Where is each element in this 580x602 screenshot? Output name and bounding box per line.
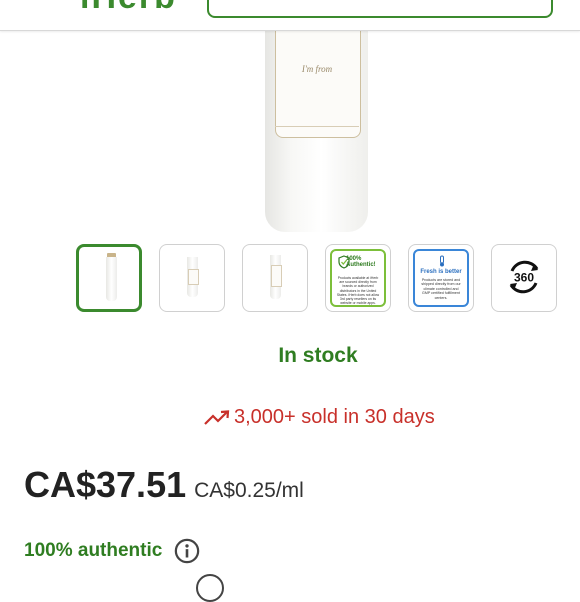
thumb-front[interactable]: [76, 244, 142, 312]
stock-status: In stock: [278, 344, 358, 367]
site-logo[interactable]: iHerb: [80, 0, 177, 17]
fresh-card-body: Products are stored and shipped directly…: [421, 278, 461, 300]
mini-bottle-label: [271, 265, 282, 287]
authentic-label: 100% authentic: [24, 540, 163, 561]
bottle-brand-text: I'm from: [301, 64, 333, 74]
mini-bottle: [106, 257, 117, 301]
unit-price: CA$0.25/ml: [194, 479, 304, 502]
thumb-360[interactable]: 360: [491, 244, 557, 312]
trending-up-icon: [204, 409, 230, 425]
authentic-card-title: 100% Authentic!: [346, 256, 376, 268]
mini-bottle-label: [188, 269, 199, 285]
thumb-authentic[interactable]: 100% Authentic! Products available at iH…: [325, 244, 391, 312]
thumb-side[interactable]: [159, 244, 225, 312]
authentic-card: 100% Authentic! Products available at iH…: [330, 249, 386, 307]
fresh-card: Fresh is better Products are stored and …: [413, 249, 469, 307]
bottle-label: [275, 30, 361, 138]
thumbnail-strip: 100% Authentic! Products available at iH…: [0, 244, 580, 318]
next-row-icon: [196, 574, 224, 602]
shield-check-icon: [338, 255, 350, 269]
authentic-card-body: Products available at iHerb are sourced …: [336, 276, 380, 306]
fresh-card-title: Fresh is better: [420, 269, 462, 275]
bottle-label-line: [275, 126, 359, 127]
price: CA$37.51: [24, 464, 187, 505]
authentic-row: 100% authentic: [24, 538, 200, 564]
info-icon[interactable]: [174, 538, 200, 564]
thermometer-icon: [440, 255, 444, 267]
rotate-360-label: 360: [514, 271, 534, 285]
site-header: iHerb: [0, 0, 580, 31]
price-row: CA$37.51 CA$0.25/ml: [24, 464, 304, 506]
thumb-fresh[interactable]: Fresh is better Products are stored and …: [408, 244, 474, 312]
thumb-back[interactable]: [242, 244, 308, 312]
rotate-360-icon: 360: [509, 260, 539, 294]
search-input[interactable]: [207, 0, 553, 18]
product-main-image[interactable]: I'm from: [0, 30, 580, 240]
sold-count-text: 3,000+ sold in 30 days: [234, 406, 435, 428]
sold-count: 3,000+ sold in 30 days: [204, 406, 435, 429]
